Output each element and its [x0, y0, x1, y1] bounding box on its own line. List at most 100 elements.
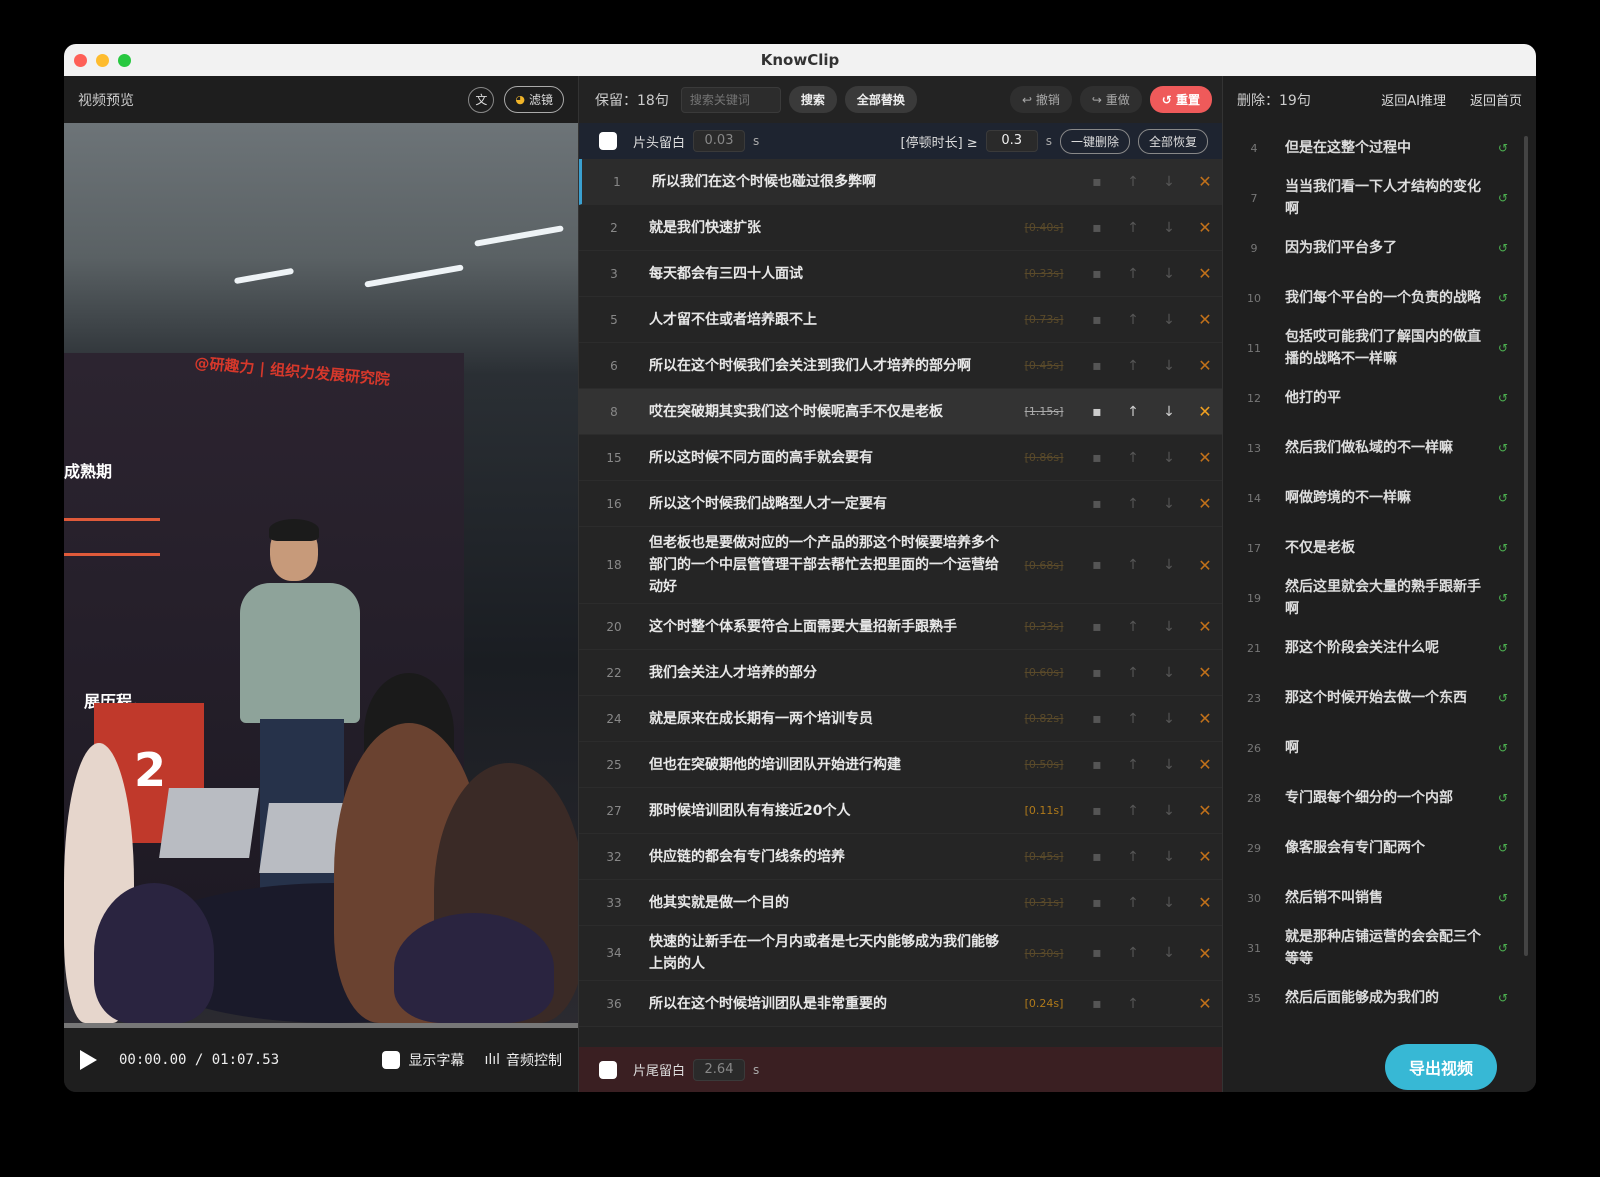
sentence-row[interactable]: 20 这个时整个体系要符合上面需要大量招新手跟熟手 [0.33s] ▪ ↑ ↓ ✕	[579, 604, 1223, 650]
delete-icon[interactable]: ✕	[1187, 755, 1223, 774]
move-up-icon[interactable]: ↑	[1115, 266, 1151, 282]
restore-icon[interactable]: ↺	[1483, 541, 1523, 555]
tail-blank-checkbox[interactable]	[599, 1060, 617, 1079]
delete-icon[interactable]: ✕	[1187, 402, 1223, 421]
move-down-icon[interactable]: ↓	[1151, 945, 1187, 961]
clipboard-icon[interactable]: ▪	[1079, 220, 1115, 236]
move-up-icon[interactable]: ↑	[1115, 849, 1151, 865]
move-up-icon[interactable]: ↑	[1115, 557, 1151, 573]
delete-icon[interactable]: ✕	[1187, 218, 1223, 237]
sentence-row[interactable]: 16 所以这个时候我们战略型人才一定要有 ▪ ↑ ↓ ✕	[579, 481, 1223, 527]
restore-icon[interactable]: ↺	[1483, 241, 1523, 255]
clipboard-icon[interactable]: ▪	[1079, 358, 1115, 374]
restore-icon[interactable]: ↺	[1483, 941, 1523, 955]
delete-icon[interactable]: ✕	[1187, 356, 1223, 375]
sentence-row[interactable]: 25 但也在突破期他的培训团队开始进行构建 [0.50s] ▪ ↑ ↓ ✕	[579, 742, 1223, 788]
move-up-icon[interactable]: ↑	[1115, 711, 1151, 727]
video-frame[interactable]: @研趣力 | 组织力发展研究院 成熟期 展历程。 2	[64, 123, 578, 1023]
move-up-icon[interactable]: ↑	[1115, 358, 1151, 374]
one-click-delete-button[interactable]: 一键删除	[1059, 128, 1130, 154]
replace-all-button[interactable]: 全部替换	[844, 86, 917, 113]
sentence-text[interactable]: 但老板也是要做对应的一个产品的那这个时候要培养多个部门的一个中层管管理干部去帮忙…	[649, 527, 1009, 603]
sentence-text[interactable]: 所以我们在这个时候也碰过很多弊啊	[652, 166, 1009, 198]
sentence-row[interactable]: 22 我们会关注人才培养的部分 [0.60s] ▪ ↑ ↓ ✕	[579, 650, 1223, 696]
sentence-row[interactable]: 15 所以这时候不同方面的高手就会要有 [0.86s] ▪ ↑ ↓ ✕	[579, 435, 1223, 481]
move-down-icon[interactable]: ↓	[1151, 174, 1187, 190]
sentence-row[interactable]: 34 快速的让新手在一个月内或者是七天内能够成为我们能够上岗的人 [0.30s] ▪ ↑…	[579, 926, 1223, 981]
delete-icon[interactable]: ✕	[1187, 663, 1223, 682]
redo-button[interactable]: ↪ 重做	[1079, 86, 1142, 113]
move-down-icon[interactable]: ↓	[1151, 266, 1187, 282]
close-window-button[interactable]	[74, 54, 87, 67]
maximize-window-button[interactable]	[118, 54, 131, 67]
move-up-icon[interactable]: ↑	[1115, 996, 1151, 1012]
move-down-icon[interactable]: ↓	[1151, 312, 1187, 328]
move-down-icon[interactable]: ↓	[1151, 557, 1187, 573]
restore-icon[interactable]: ↺	[1483, 991, 1523, 1005]
delete-icon[interactable]: ✕	[1187, 801, 1223, 820]
move-up-icon[interactable]: ↑	[1115, 496, 1151, 512]
sentence-row[interactable]: 36 所以在这个时候培训团队是非常重要的 [0.24s] ▪ ↑ ✕	[579, 981, 1223, 1027]
sentence-row[interactable]: 6 所以在这个时候我们会关注到我们人才培养的部分啊 [0.45s] ▪ ↑ ↓ ✕	[579, 343, 1223, 389]
sentence-text[interactable]: 所以在这个时候我们会关注到我们人才培养的部分啊	[649, 350, 1009, 382]
clipboard-icon[interactable]: ▪	[1079, 849, 1115, 865]
sentence-text[interactable]: 他其实就是做一个目的	[649, 887, 1009, 919]
clipboard-icon[interactable]: ▪	[1079, 404, 1115, 420]
delete-icon[interactable]: ✕	[1187, 617, 1223, 636]
sentence-text[interactable]: 那时候培训团队有有接近20个人	[649, 795, 1009, 827]
restore-icon[interactable]: ↺	[1483, 791, 1523, 805]
sentence-row[interactable]: 1 所以我们在这个时候也碰过很多弊啊 ▪ ↑ ↓ ✕	[579, 159, 1223, 205]
sentence-row[interactable]: 33 他其实就是做一个目的 [0.31s] ▪ ↑ ↓ ✕	[579, 880, 1223, 926]
delete-icon[interactable]: ✕	[1187, 944, 1223, 963]
move-down-icon[interactable]: ↓	[1151, 711, 1187, 727]
sentence-row[interactable]: 3 每天都会有三四十人面试 [0.33s] ▪ ↑ ↓ ✕	[579, 251, 1223, 297]
move-down-icon[interactable]: ↓	[1151, 757, 1187, 773]
clipboard-icon[interactable]: ▪	[1079, 895, 1115, 911]
move-down-icon[interactable]: ↓	[1151, 619, 1187, 635]
clipboard-icon[interactable]: ▪	[1079, 266, 1115, 282]
move-down-icon[interactable]: ↓	[1151, 895, 1187, 911]
sentence-text[interactable]: 所以在这个时候培训团队是非常重要的	[649, 988, 1009, 1020]
restore-icon[interactable]: ↺	[1483, 391, 1523, 405]
restore-icon[interactable]: ↺	[1483, 841, 1523, 855]
sentence-row[interactable]: 8 哎在突破期其实我们这个时候呢高手不仅是老板 [1.15s] ▪ ↑ ↓ ✕	[579, 389, 1223, 435]
clipboard-icon[interactable]: ▪	[1079, 312, 1115, 328]
sentence-row[interactable]: 24 就是原来在成长期有一两个培训专员 [0.82s] ▪ ↑ ↓ ✕	[579, 696, 1223, 742]
move-down-icon[interactable]: ↓	[1151, 450, 1187, 466]
clipboard-icon[interactable]: ▪	[1079, 174, 1115, 190]
delete-icon[interactable]: ✕	[1187, 994, 1223, 1013]
head-blank-checkbox[interactable]	[599, 132, 617, 150]
move-up-icon[interactable]: ↑	[1115, 174, 1151, 190]
clipboard-icon[interactable]: ▪	[1079, 803, 1115, 819]
back-to-ai-button[interactable]: 返回AI推理	[1381, 90, 1446, 109]
move-down-icon[interactable]: ↓	[1151, 849, 1187, 865]
play-icon[interactable]	[80, 1050, 97, 1070]
clipboard-icon[interactable]: ▪	[1079, 711, 1115, 727]
undo-button[interactable]: ↩ 撤销	[1010, 86, 1072, 113]
sentence-text[interactable]: 这个时整个体系要符合上面需要大量招新手跟熟手	[649, 611, 1009, 643]
move-up-icon[interactable]: ↑	[1115, 803, 1151, 819]
sentence-row[interactable]: 32 供应链的都会有专门线条的培养 [0.45s] ▪ ↑ ↓ ✕	[579, 834, 1223, 880]
text-toggle-button[interactable]: 文	[468, 86, 495, 113]
clipboard-icon[interactable]: ▪	[1079, 945, 1115, 961]
move-up-icon[interactable]: ↑	[1115, 312, 1151, 328]
sentence-text[interactable]: 就是我们快速扩张	[649, 212, 1009, 244]
sentence-text[interactable]: 我们会关注人才培养的部分	[649, 657, 1009, 689]
clipboard-icon[interactable]: ▪	[1079, 496, 1115, 512]
deleted-list-scrollbar[interactable]	[1524, 136, 1528, 956]
move-up-icon[interactable]: ↑	[1115, 450, 1151, 466]
sentence-text[interactable]: 每天都会有三四十人面试	[649, 258, 1009, 290]
back-home-button[interactable]: 返回首页	[1470, 90, 1522, 109]
sentence-text[interactable]: 快速的让新手在一个月内或者是七天内能够成为我们能够上岗的人	[649, 926, 1009, 980]
sentence-row[interactable]: 27 那时候培训团队有有接近20个人 [0.11s] ▪ ↑ ↓ ✕	[579, 788, 1223, 834]
move-up-icon[interactable]: ↑	[1115, 404, 1151, 420]
show-subtitle-checkbox[interactable]	[382, 1051, 401, 1069]
move-up-icon[interactable]: ↑	[1115, 220, 1151, 236]
sentence-row[interactable]: 18 但老板也是要做对应的一个产品的那这个时候要培养多个部门的一个中层管管理干部去…	[579, 527, 1223, 604]
delete-icon[interactable]: ✕	[1187, 264, 1223, 283]
move-down-icon[interactable]: ↓	[1151, 665, 1187, 681]
restore-icon[interactable]: ↺	[1483, 491, 1523, 505]
tail-blank-input[interactable]: 2.64	[693, 1058, 746, 1081]
sentence-text[interactable]: 供应链的都会有专门线条的培养	[649, 841, 1009, 873]
restore-icon[interactable]: ↺	[1483, 641, 1523, 655]
